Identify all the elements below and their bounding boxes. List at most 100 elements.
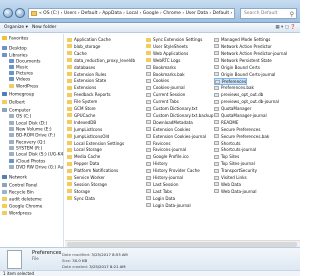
back-button[interactable]: ‹ <box>3 8 13 18</box>
organize-button[interactable]: Organize ▾ <box>4 23 28 33</box>
sidebar-item[interactable]: Homegroup <box>2 92 34 98</box>
folder-item[interactable]: GCM Store <box>67 106 96 112</box>
sidebar-item[interactable]: Network <box>2 175 27 181</box>
folder-item[interactable]: User StyleSheets <box>146 44 188 50</box>
file-item[interactable]: Secure Preferences.bak <box>214 134 269 140</box>
file-item[interactable]: Custom Dictionary.txt <box>146 106 197 112</box>
folder-item[interactable]: Storage <box>67 189 90 195</box>
sidebar-item[interactable]: Delbert <box>2 100 25 106</box>
folder-item[interactable]: Sync Extension Settings <box>146 37 202 43</box>
file-name: Sync Extension Settings <box>153 37 203 42</box>
folder-item[interactable]: Application Cache <box>67 37 111 43</box>
folder-item[interactable]: Service Worker <box>67 175 105 181</box>
folder-item[interactable]: Extension Rules <box>67 72 106 78</box>
folder-item[interactable]: Session Storage <box>67 182 107 188</box>
file-item[interactable]: DownloadMetadata <box>146 120 193 126</box>
file-item[interactable]: Favicons-journal <box>146 147 186 153</box>
folder-item[interactable]: WebRTC Logs <box>146 58 180 64</box>
folder-item[interactable]: data_reduction_proxy_leveldb <box>67 58 135 64</box>
file-item[interactable]: Network Action Predictor <box>214 44 272 50</box>
sidebar-item[interactable]: WordPress <box>9 84 38 90</box>
file-item[interactable]: TransportSecurity <box>214 168 257 174</box>
file-item[interactable]: Visited Links <box>214 175 247 181</box>
new-folder-button[interactable]: New folder <box>32 23 56 33</box>
sidebar-item[interactable]: Control Panel <box>2 183 38 189</box>
folder-item[interactable]: Media Cache <box>67 154 100 160</box>
file-item[interactable]: Cookies-journal <box>146 85 185 91</box>
file-item[interactable]: Login Data <box>146 196 175 202</box>
file-item[interactable]: QuotaManager <box>214 106 251 112</box>
folder-item[interactable]: Local Storage <box>67 147 102 153</box>
folder-item[interactable]: databases <box>67 65 95 71</box>
file-item[interactable]: Last Tabs <box>146 189 172 195</box>
file-item[interactable]: README <box>214 120 239 126</box>
folder-item[interactable]: Pepper Data <box>67 161 99 167</box>
file-item[interactable]: previews_opt_out.db-journal <box>214 99 279 105</box>
sidebar-item[interactable]: Recycle Bin <box>2 190 34 196</box>
sidebar-item[interactable]: Wordpress <box>2 211 32 217</box>
folder-item[interactable]: Cache <box>67 51 87 57</box>
folder-item[interactable]: Local Extension Settings <box>67 141 124 147</box>
search-icon[interactable]: ⚲ <box>290 10 294 20</box>
folder-item[interactable]: blob_storage <box>67 44 100 50</box>
file-item[interactable]: Login Data-journal <box>146 203 191 209</box>
file-list[interactable]: Application Cache blob_storage Cache data_r… <box>65 34 300 247</box>
file-item[interactable]: Extension Cookies-journal <box>146 134 206 140</box>
file-item[interactable]: Favicons <box>146 141 171 147</box>
file-item[interactable]: QuotaManager-journal <box>214 113 267 119</box>
file-item[interactable]: Bookmarks.bak <box>146 72 185 78</box>
folder-item[interactable]: File System <box>67 99 97 105</box>
file-item[interactable]: Top Sites-journal <box>214 161 255 167</box>
file-item[interactable]: History-journal <box>146 175 183 181</box>
file-item[interactable]: Network Action Predictor-journal <box>214 51 287 57</box>
file-item[interactable]: Cookies <box>146 78 169 84</box>
folder-item[interactable]: Platform Notifications <box>67 168 118 174</box>
folder-item[interactable]: IndexedDB <box>67 120 96 126</box>
sidebar-item[interactable]: DVD RW Drive (G:) Audio CD <box>9 165 63 171</box>
file-item[interactable]: History <box>146 161 168 167</box>
file-item[interactable]: Current Tabs <box>146 99 179 105</box>
file-item[interactable]: Google Profile.ico <box>146 154 189 160</box>
file-item[interactable]: previews_opt_out.db <box>214 92 263 98</box>
horizontal-scrollbar[interactable] <box>65 240 300 247</box>
file-item[interactable]: Shortcuts <box>214 141 241 147</box>
file-item[interactable]: Managed Mode Settings <box>214 37 270 43</box>
sidebar-item[interactable]: BD-ROM Drive (F:) <box>9 133 55 139</box>
folder-item[interactable]: Extension State <box>67 78 106 84</box>
file-item[interactable]: Custom Dictionary.txt.backup <box>146 113 213 119</box>
file-item[interactable]: Web Data-journal <box>214 189 257 195</box>
sidebar-item[interactable]: Videos <box>9 77 30 83</box>
file-item[interactable]: Current Session <box>146 92 185 98</box>
folder-item[interactable]: GPUCache <box>67 113 95 119</box>
file-item[interactable]: Preferences.bak <box>214 85 254 91</box>
sidebar-item[interactable]: Favorites <box>2 36 28 42</box>
folder-item[interactable]: Sync Data <box>67 196 95 202</box>
forward-button[interactable]: › <box>15 8 25 18</box>
file-item[interactable]: Bookmarks <box>146 65 176 71</box>
folder-item[interactable]: JumpListIcons <box>67 127 102 133</box>
sidebar-item[interactable]: Local Disk (S:) (UG-K4)(0:0) <box>9 152 63 158</box>
search-input[interactable]: Search Default ⚲ <box>240 8 297 19</box>
file-item[interactable]: Top Sites <box>214 154 239 160</box>
sidebar-item[interactable]: OS (C:) <box>9 114 31 120</box>
file-item[interactable]: Preferences <box>214 78 248 85</box>
file-item[interactable]: Secure Preferences <box>214 127 260 133</box>
file-item[interactable]: Extension Cookies <box>146 127 190 133</box>
file-item[interactable]: Origin Bound Certs <box>214 65 260 71</box>
folder-item[interactable]: Extensions <box>67 85 96 91</box>
view-options-icon[interactable]: ▦ ▾ ▢ ❓ <box>275 23 296 33</box>
file-item[interactable]: Shortcuts-journal <box>214 147 256 153</box>
sidebar-item[interactable]: Desktop <box>2 46 27 52</box>
folder-item[interactable]: Web Applications <box>146 51 188 57</box>
file-item[interactable]: Last Session <box>146 182 178 188</box>
navigation-pane[interactable]: Favorites Desktop Libraries Documents Music P… <box>0 34 64 247</box>
file-item[interactable]: Origin Bound Certs-journal <box>214 72 275 78</box>
folder-item[interactable]: JumpListIconsOld <box>67 134 109 140</box>
folder-item[interactable]: Feedback Reports <box>67 92 111 98</box>
file-item[interactable]: Web Data <box>214 182 241 188</box>
address-bar[interactable]: « OS (C:) › Users › Default › AppData › … <box>28 8 235 19</box>
file-item[interactable]: Network Persistent State <box>214 58 272 64</box>
sidebar-item[interactable]: audit deleteme <box>2 197 42 203</box>
sidebar-item[interactable]: Google Chrome <box>2 204 42 210</box>
file-item[interactable]: History Provider Cache <box>146 168 200 174</box>
